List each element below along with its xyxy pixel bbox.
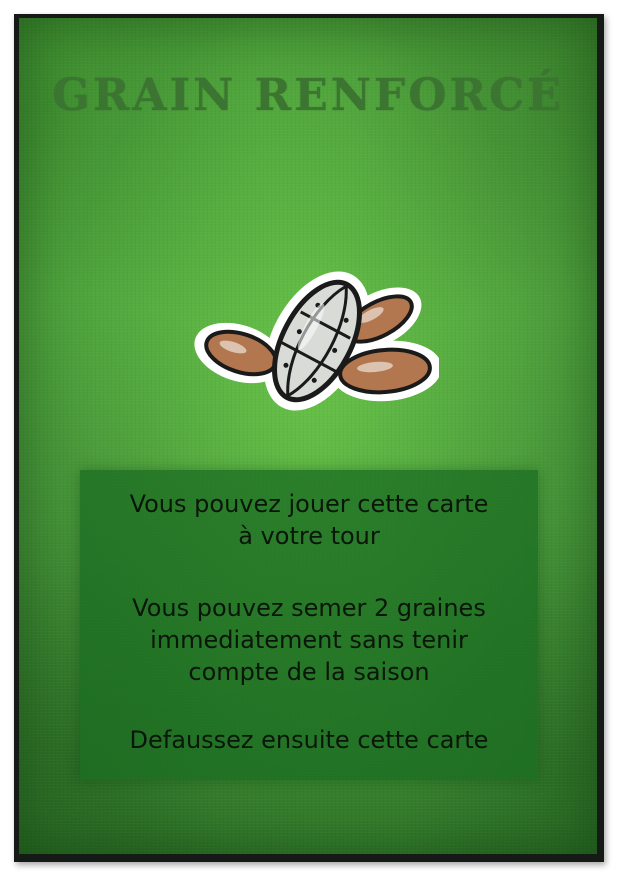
card-title: GRAIN RENFORCÉ xyxy=(52,70,564,121)
play-condition-line-1: Vous pouvez jouer cette carte xyxy=(129,490,489,518)
play-condition-text: Vous pouvez jouer cette carte à votre to… xyxy=(80,488,538,552)
discard-text: Defaussez ensuite cette carte xyxy=(80,724,538,756)
armored-seed-icon xyxy=(194,271,439,411)
effect-line-2: immediatement sans tenir xyxy=(150,626,468,654)
effect-line-3: compte de la saison xyxy=(188,658,430,686)
effect-line-1: Vous pouvez semer 2 graines xyxy=(132,594,486,622)
play-condition-line-2: à votre tour xyxy=(238,522,380,550)
card[interactable]: GRAIN RENFORCÉ Vous pouvez jouer cette c… xyxy=(19,18,597,854)
page: GRAIN RENFORCÉ Vous pouvez jouer cette c… xyxy=(0,0,620,877)
effect-text: Vous pouvez semer 2 graines immediatemen… xyxy=(80,592,538,688)
discard-line-1: Defaussez ensuite cette carte xyxy=(129,726,489,754)
card-text-panel: Vous pouvez jouer cette carte à votre to… xyxy=(80,470,538,780)
